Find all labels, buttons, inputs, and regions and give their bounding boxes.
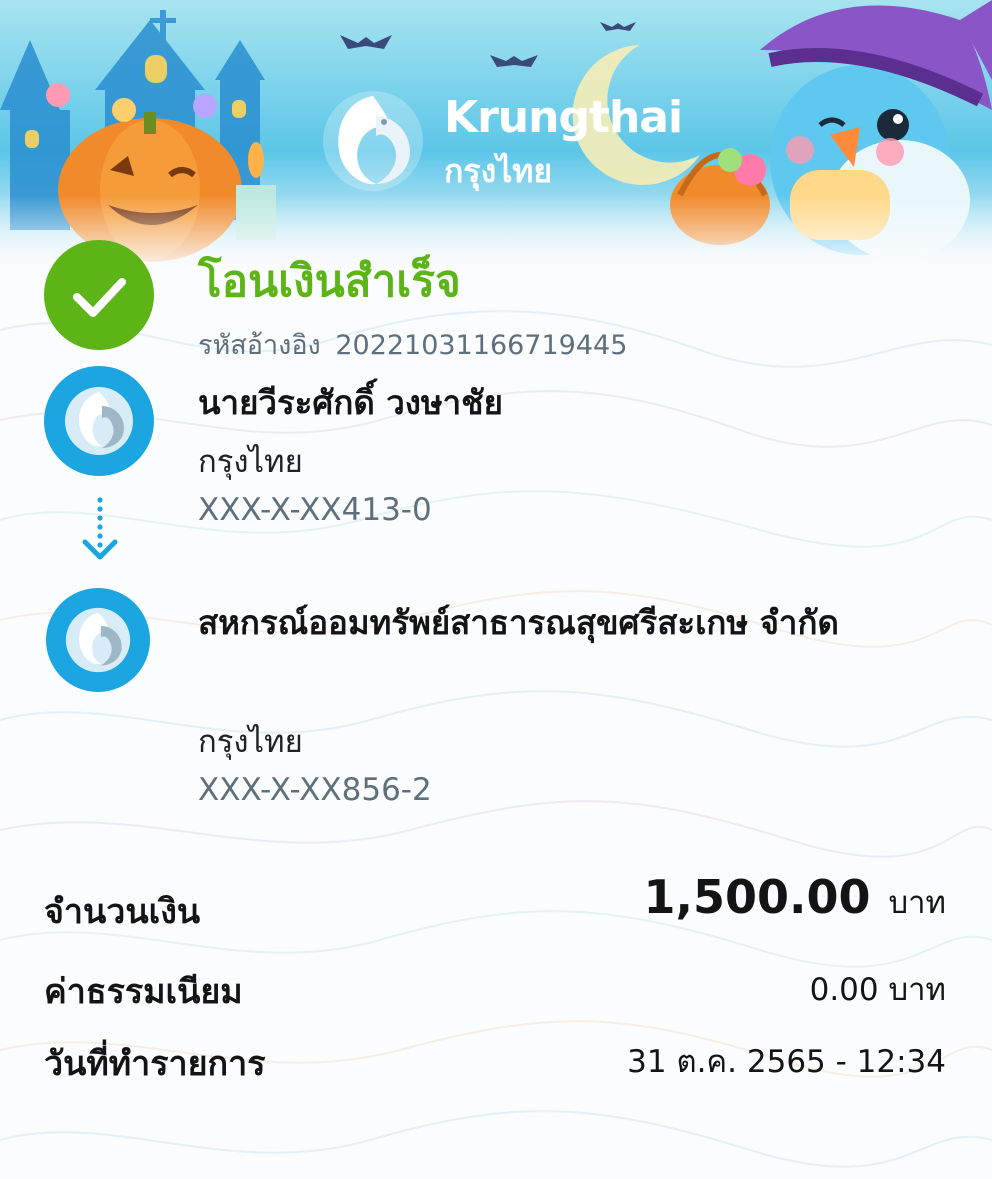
reference-number: 20221031166719445: [335, 330, 628, 361]
receiver-bank-logo: [46, 588, 150, 692]
fee-label: ค่าธรรมเนียม: [44, 972, 243, 1012]
success-check-icon: [44, 240, 154, 350]
sender-bank-logo: [44, 366, 154, 476]
amount-value: 1,500.00: [643, 870, 871, 924]
reference-label: รหัสอ้างอิง: [198, 330, 321, 361]
logo-text-en: Krungthai: [444, 92, 683, 143]
sender-bank: กรุงไทย: [198, 444, 303, 480]
fee-value: 0.00 บาท: [809, 972, 946, 1008]
dotted-down-arrow-icon: [82, 497, 118, 560]
receiver-account: XXX-X-XX856-2: [198, 772, 432, 808]
krungthai-logo: Krungthai กรุงไทย: [318, 86, 683, 196]
krungthai-bird-icon: [65, 387, 133, 455]
sender-account: XXX-X-XX413-0: [198, 492, 432, 528]
amount-unit: บาท: [888, 885, 946, 921]
krungthai-bird-icon: [323, 91, 423, 191]
amount-label: จำนวนเงิน: [44, 892, 201, 932]
receiver-name: สหกรณ์ออมทรัพย์สาธารณสุขศรีสะเกษ จำกัด: [198, 603, 839, 642]
logo-text-th: กรุงไทย: [444, 152, 553, 190]
amount-row-value: 1,500.00 บาท: [643, 870, 946, 927]
status-title: โอนเงินสำเร็จ: [198, 256, 461, 307]
reference-line: รหัสอ้างอิง 20221031166719445: [198, 323, 627, 366]
krungthai-bird-icon: [65, 607, 131, 673]
date-value: 31 ต.ค. 2565 - 12:34: [627, 1044, 946, 1080]
date-label: วันที่ทำรายการ: [44, 1044, 266, 1084]
receiver-bank: กรุงไทย: [198, 724, 303, 760]
sender-name: นายวีระศักดิ์ วงษาชัย: [198, 383, 503, 422]
